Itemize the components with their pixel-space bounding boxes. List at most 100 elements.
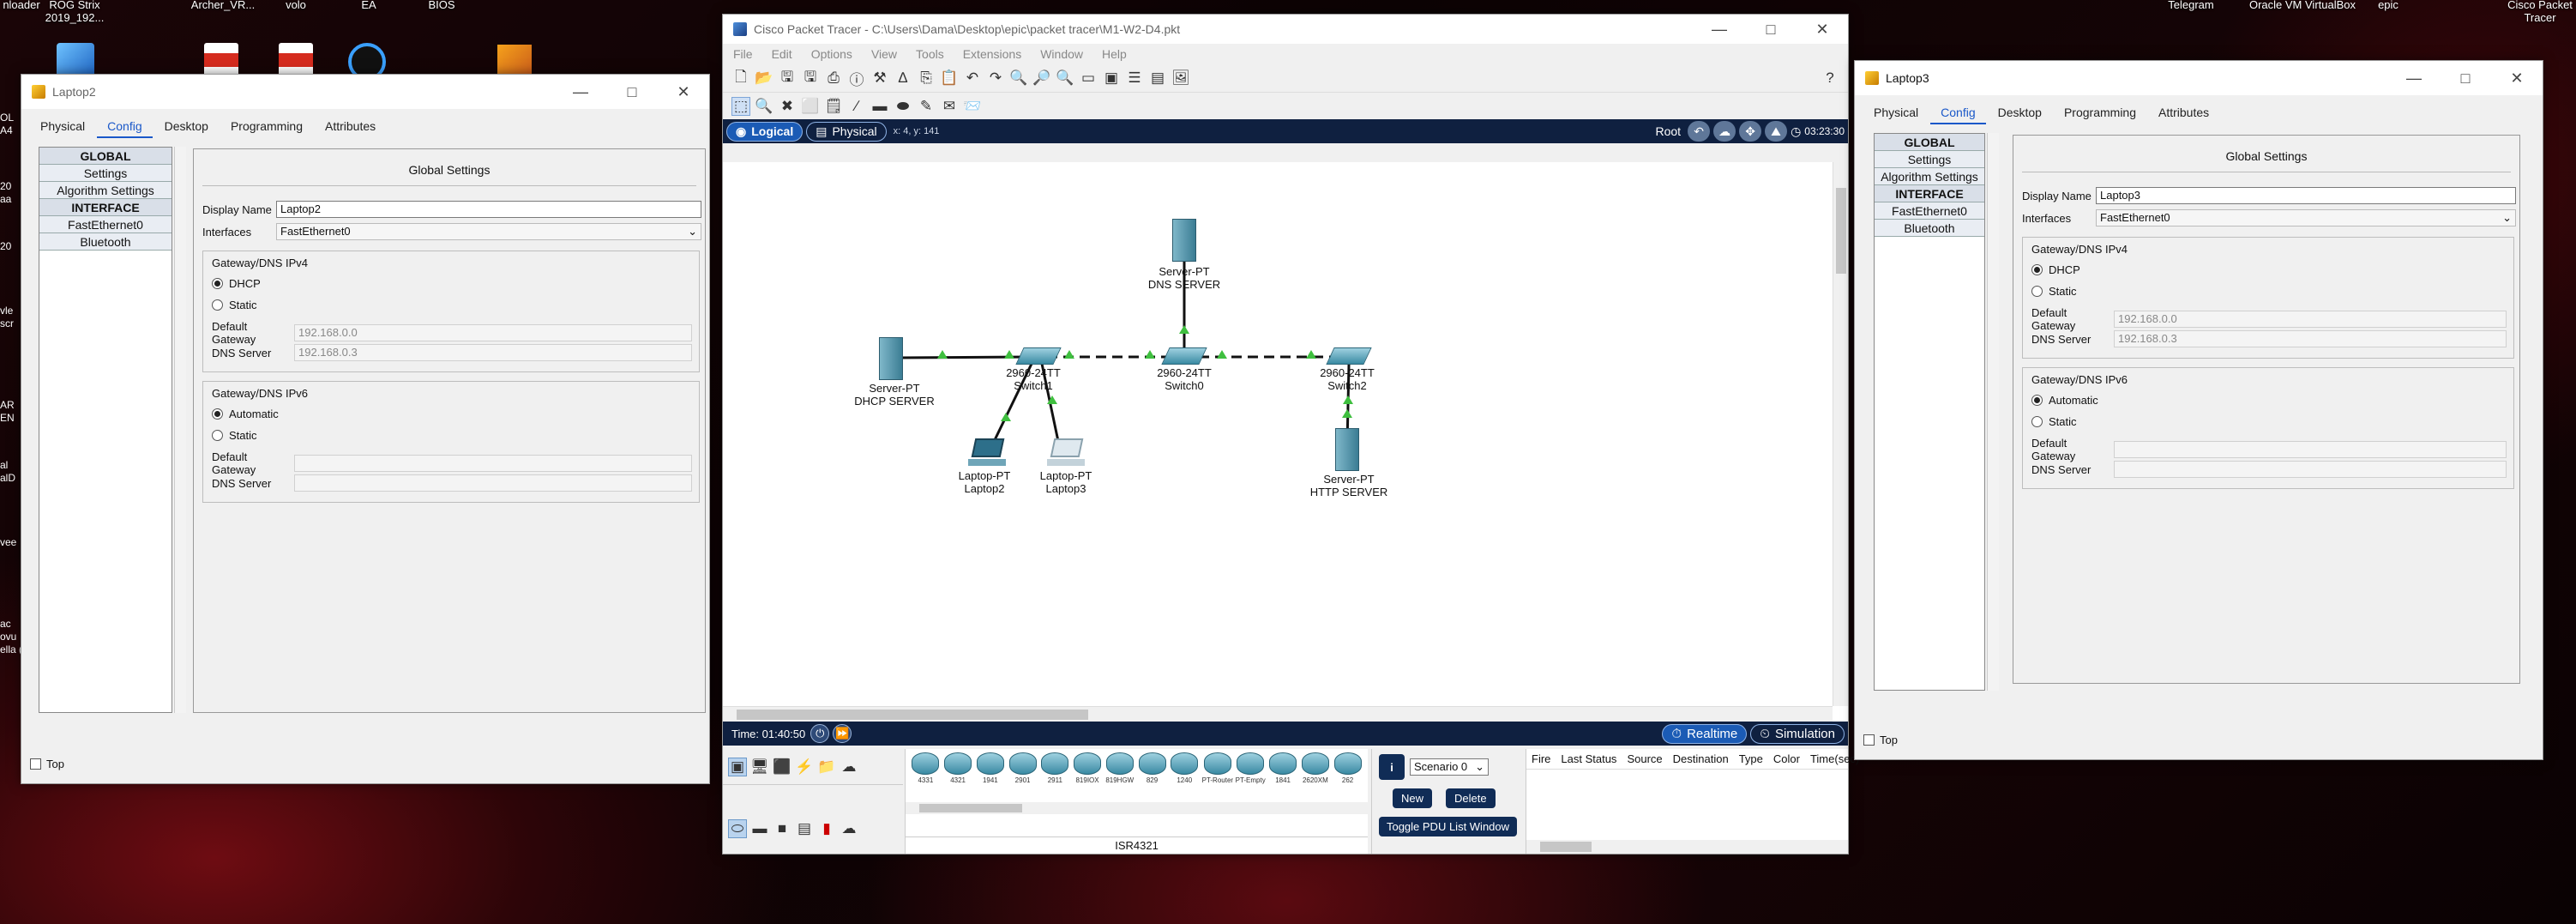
desktop-icon[interactable]: Telegram	[2144, 0, 2238, 11]
logical-workspace[interactable]: Server-PT DNS SERVER Server-PT DHCP SERVER…	[723, 162, 1848, 722]
complex-pdu-icon[interactable]: 📨	[963, 97, 982, 116]
info-icon[interactable]: i	[1379, 754, 1405, 780]
device-model-item[interactable]: 2911	[1040, 752, 1070, 794]
hubs-icon[interactable]: ■	[773, 819, 791, 838]
zoom-out-icon[interactable]: 🔍	[1056, 69, 1074, 88]
paste-icon[interactable]: 📋	[940, 69, 959, 88]
minimize-icon[interactable]: —	[2388, 61, 2440, 95]
dhcp-radio[interactable]	[212, 278, 223, 289]
help-icon[interactable]: ?	[1821, 69, 1839, 88]
static6-radio[interactable]	[212, 430, 223, 441]
menu-view[interactable]: View	[871, 47, 897, 61]
device-model-item[interactable]: 819IOX	[1073, 752, 1103, 794]
pdu-column-header[interactable]: Type	[1739, 752, 1763, 765]
tab-programming[interactable]: Programming	[2054, 102, 2146, 124]
zoom-reset-icon[interactable]: 🔎	[1032, 69, 1051, 88]
sidebar-item-bluetooth[interactable]: Bluetooth	[39, 233, 172, 251]
switch0-icon[interactable]	[1161, 347, 1207, 365]
scrollbar-thumb[interactable]	[1836, 188, 1846, 274]
new-scenario-button[interactable]: New	[1393, 788, 1433, 808]
switch2-icon[interactable]	[1326, 347, 1372, 365]
pdu-column-header[interactable]: Color	[1773, 752, 1800, 765]
title-bar[interactable]: Laptop2 — □ ✕	[21, 75, 709, 109]
pdu-scrollbar[interactable]	[1526, 840, 1848, 854]
title-bar[interactable]: Laptop3 — □ ✕	[1855, 61, 2543, 95]
device-model-item[interactable]: 2901	[1008, 752, 1038, 794]
sidebar-item-global[interactable]: GLOBAL	[1875, 134, 1984, 151]
gateway6-field[interactable]	[2114, 441, 2507, 458]
menu-options[interactable]: Options	[811, 47, 852, 61]
device-model-item[interactable]: 829	[1137, 752, 1167, 794]
tab-desktop[interactable]: Desktop	[154, 116, 219, 138]
switches-icon[interactable]: ▬	[750, 819, 769, 838]
sidebar-item-interface[interactable]: INTERFACE	[1875, 185, 1984, 202]
sidebar-item-settings[interactable]: Settings	[1875, 151, 1984, 168]
close-icon[interactable]: ✕	[1797, 15, 1848, 44]
undo-icon[interactable]: ↶	[963, 69, 982, 88]
maximize-icon[interactable]: □	[606, 75, 658, 109]
freeform-icon[interactable]: ✎	[917, 97, 936, 116]
end-devices-icon[interactable]: 🖥	[750, 758, 769, 776]
laptop2-icon[interactable]	[968, 438, 1006, 468]
scrollbar-thumb[interactable]	[737, 710, 1088, 720]
pdu-column-header[interactable]: Last Status	[1561, 752, 1616, 765]
sidebar-item-algorithm-settings[interactable]: Algorithm Settings	[39, 182, 172, 199]
maximize-icon[interactable]: □	[2440, 61, 2491, 95]
menu-edit[interactable]: Edit	[772, 47, 792, 61]
note-icon[interactable]: 🗒	[824, 97, 843, 116]
tab-config[interactable]: Config	[97, 116, 153, 138]
http-server-icon[interactable]	[1335, 428, 1359, 471]
new-file-icon[interactable]: 🗋	[731, 69, 750, 88]
pdu-column-header[interactable]: Destination	[1673, 752, 1729, 765]
dns6-field[interactable]	[2114, 461, 2507, 478]
back-icon[interactable]: ↶	[1688, 121, 1711, 142]
delete-scenario-button[interactable]: Delete	[1446, 788, 1496, 808]
zoom-in-icon[interactable]: 🔍	[1009, 69, 1028, 88]
screenshot-icon[interactable]: 🖼	[1171, 69, 1190, 88]
tab-physical[interactable]: Physical	[30, 116, 95, 138]
physical-tab[interactable]: ▤ Physical	[806, 121, 887, 142]
menu-help[interactable]: Help	[1102, 47, 1127, 61]
display-name-field[interactable]: Laptop2	[276, 201, 701, 218]
laptop3-icon[interactable]	[1047, 438, 1085, 468]
toggle-pdu-list-button[interactable]: Toggle PDU List Window	[1379, 817, 1517, 836]
viewport-icon[interactable]: ⛰	[1765, 121, 1788, 142]
components-icon[interactable]: ⬛	[773, 758, 791, 776]
dns6-field[interactable]	[294, 474, 692, 492]
sidebar-item-bluetooth[interactable]: Bluetooth	[1875, 220, 1984, 237]
device-model-item[interactable]: 1841	[1268, 752, 1298, 794]
select-icon[interactable]: ⬚	[731, 96, 750, 116]
connections-icon[interactable]: ⚡	[795, 758, 814, 776]
multiuser-icon[interactable]: ☁	[840, 758, 858, 776]
line-icon[interactable]: ∕	[847, 97, 866, 116]
drawing-palette-icon[interactable]: ▭	[1079, 69, 1098, 88]
close-icon[interactable]: ✕	[658, 75, 709, 109]
dhcp-radio[interactable]	[2031, 264, 2043, 275]
switch1-icon[interactable]	[1015, 347, 1062, 365]
tab-programming[interactable]: Programming	[220, 116, 313, 138]
open-folder-icon[interactable]: 📂	[755, 69, 773, 88]
inspect-icon[interactable]: 🔍	[755, 97, 773, 116]
interfaces-select[interactable]: FastEthernet0 ⌄	[2096, 209, 2516, 226]
top-checkbox[interactable]	[1863, 734, 1875, 746]
device-model-item[interactable]: PT-Empty	[1236, 752, 1266, 794]
models-scrollbar[interactable]	[906, 802, 1368, 814]
device-model-item[interactable]: 2620XM	[1300, 752, 1330, 794]
canvas-horizontal-scrollbar[interactable]	[723, 706, 1833, 722]
sidebar-item-algorithm-settings[interactable]: Algorithm Settings	[1875, 168, 1984, 185]
save-icon[interactable]: 🖫	[778, 69, 797, 88]
pdu-column-header[interactable]: Time(sec)	[1810, 752, 1859, 765]
static-radio[interactable]	[212, 299, 223, 311]
device-model-item[interactable]: PT-Router	[1202, 752, 1233, 794]
pdu-column-header[interactable]: Fire	[1532, 752, 1550, 765]
ellipse-icon[interactable]: ⬬	[894, 97, 912, 116]
rectangle-icon[interactable]: ▬	[870, 97, 889, 116]
desktop-icon[interactable]: BIOS	[394, 0, 489, 11]
info-icon[interactable]: ⓘ	[847, 69, 866, 88]
tab-attributes[interactable]: Attributes	[2148, 102, 2219, 124]
scenario-select[interactable]: Scenario 0 ⌄	[1410, 758, 1489, 776]
device-model-item[interactable]: 4331	[911, 752, 941, 794]
minimize-icon[interactable]: —	[1694, 15, 1745, 44]
security-icon[interactable]: ▮	[817, 819, 836, 838]
device-model-item[interactable]: 262	[1333, 752, 1363, 794]
